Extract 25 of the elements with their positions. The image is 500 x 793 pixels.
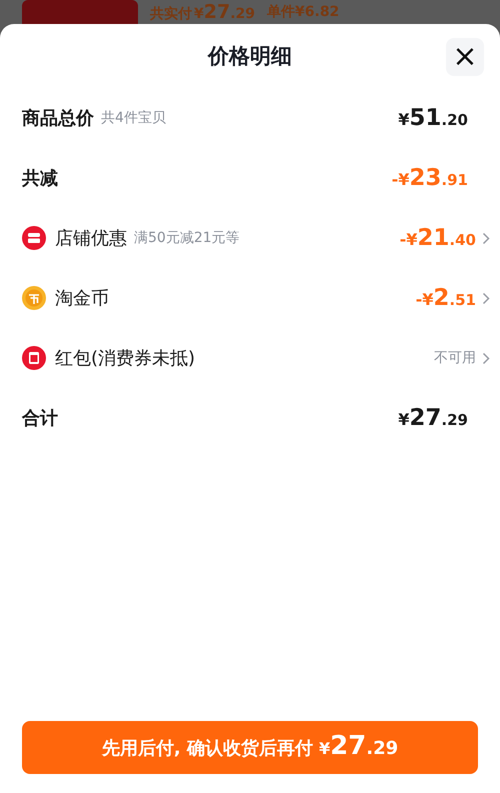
sheet-title: 价格明细	[208, 43, 292, 70]
price-amount: ¥27.29	[398, 405, 468, 431]
envelope-icon	[22, 346, 46, 370]
price-amount: -¥23.91	[392, 165, 468, 191]
row-label: 共减	[22, 167, 58, 190]
price-amount: -¥2.51	[416, 285, 476, 311]
chevron-icon	[482, 352, 490, 364]
price-amount: ¥51.20	[398, 105, 468, 131]
row-label: 店铺优惠	[55, 227, 127, 250]
paid-amount: ¥27.29	[194, 1, 256, 24]
shop-icon	[22, 226, 46, 250]
row-label: 商品总价	[22, 107, 94, 130]
row-note: 共4件宝贝	[101, 109, 166, 127]
coin-icon	[22, 286, 46, 310]
paid-label: 共实付	[150, 4, 192, 24]
close-button[interactable]: ×	[446, 38, 484, 76]
status-text: 不可用	[434, 349, 476, 367]
unit-price: 单件¥6.82	[267, 3, 340, 22]
price-amount: -¥21.40	[400, 225, 476, 251]
row-label: 红包(消费券未抵)	[55, 347, 196, 370]
row-note: 满50元减21元等	[134, 229, 240, 247]
row-label: 淘金币	[55, 287, 109, 310]
chevron-icon	[482, 292, 490, 304]
row-label: 合计	[22, 407, 58, 430]
chevron-icon	[482, 232, 490, 244]
